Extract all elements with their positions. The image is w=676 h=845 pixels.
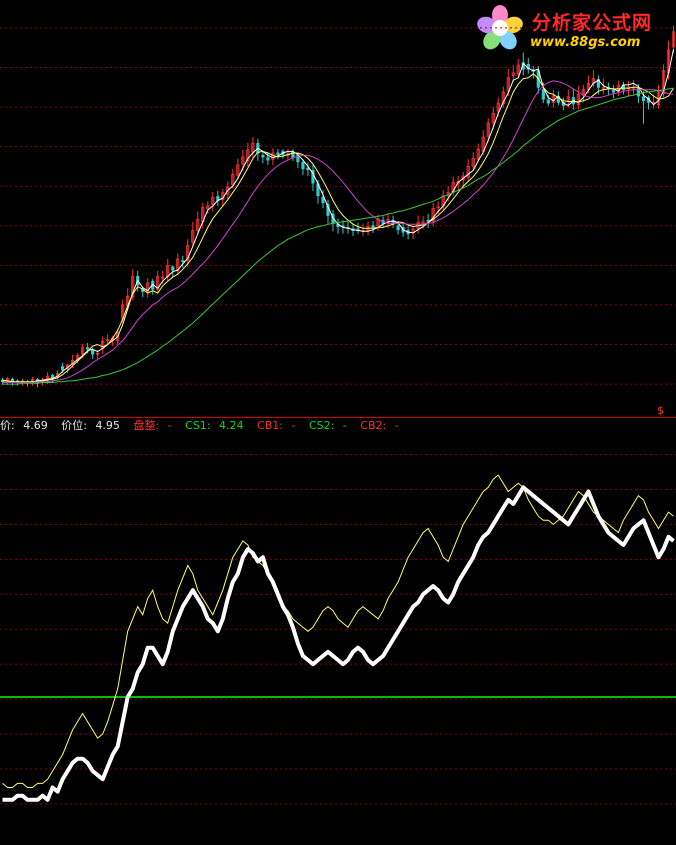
candle-body (541, 89, 545, 100)
level-readout: 价位: 4.95 (61, 419, 120, 432)
candle-body (546, 99, 550, 104)
indicator-bar: 价: 4.69 价位: 4.95 盘整: - CS1: 4.24 CB1: - … (0, 419, 676, 433)
oscillator-chart (0, 454, 676, 805)
osc-main-line (2, 485, 675, 802)
candle-body (91, 349, 95, 355)
cb2-readout: CB2: - (360, 419, 399, 432)
candle-body (356, 228, 360, 231)
candle-body (266, 157, 270, 161)
candle-body (181, 260, 185, 263)
candle-body (641, 96, 646, 102)
candle-body (611, 90, 616, 93)
candle-body (396, 225, 400, 231)
price-readout: 价: 4.69 (0, 419, 48, 432)
cs2-readout: CS2: - (308, 419, 347, 432)
osc-signal-line (2, 474, 674, 788)
candle-body (60, 366, 65, 371)
cb1-readout: CB1: - (257, 419, 296, 432)
consolidation-readout: 盘整: - (133, 419, 172, 432)
candle-body (276, 152, 280, 155)
candle-body (86, 347, 90, 350)
candle-body (261, 154, 265, 158)
candle-body (301, 162, 305, 170)
candle-body (171, 266, 175, 271)
cs1-readout: CS1: 4.24 (185, 419, 244, 432)
candle-body (371, 225, 375, 228)
price-chart (0, 25, 676, 418)
dollar-marker: $ (657, 404, 664, 417)
